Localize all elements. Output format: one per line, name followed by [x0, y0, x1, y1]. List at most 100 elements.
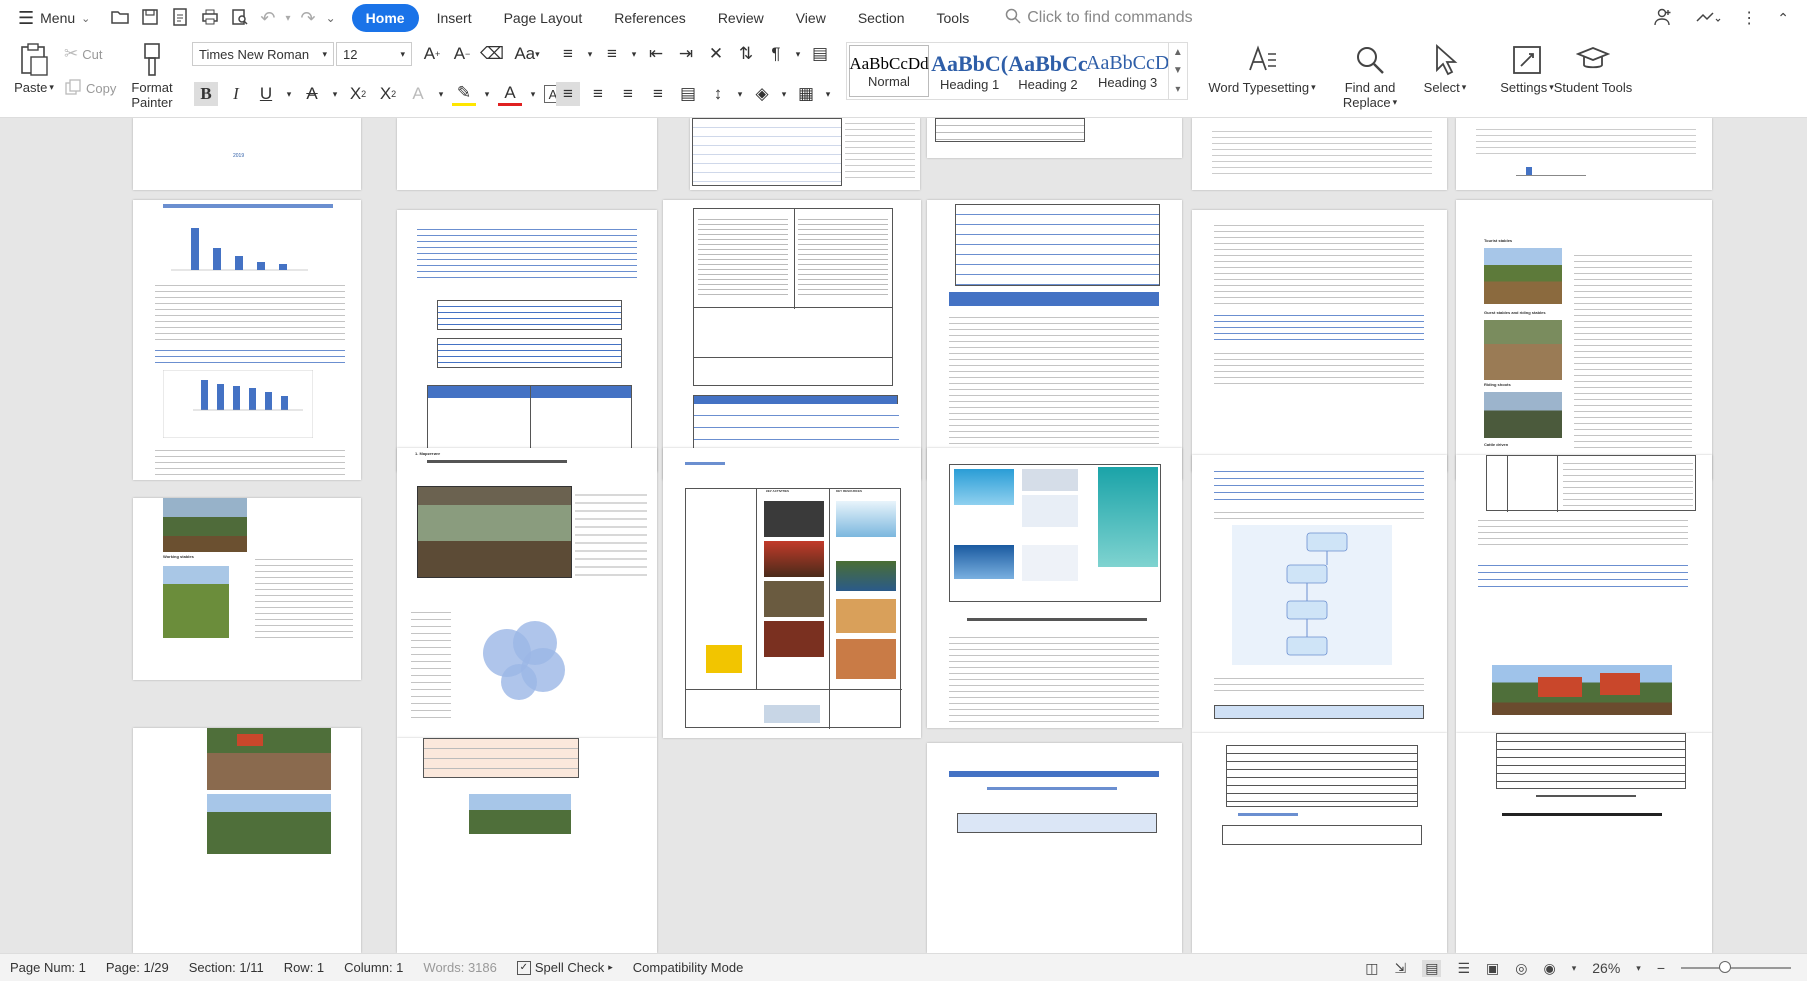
copy-button[interactable]: Copy: [64, 78, 116, 99]
outline-view-icon[interactable]: ☰: [1457, 960, 1470, 977]
chevron-down-icon[interactable]: ▾: [285, 13, 290, 24]
change-case-icon[interactable]: Aa ▾: [510, 42, 544, 66]
zoom-slider-knob[interactable]: [1719, 961, 1731, 973]
open-folder-icon[interactable]: [110, 7, 130, 30]
font-size-select[interactable]: 12 ▾: [336, 42, 412, 66]
italic-icon[interactable]: I: [224, 82, 248, 106]
eye-protection-icon[interactable]: ◉: [1544, 960, 1556, 977]
chevron-down-icon[interactable]: ▾: [528, 82, 538, 106]
page-thumbnail[interactable]: КЕУ ACTIVITIES KEY RESOURCES: [663, 448, 921, 738]
main-menu-button[interactable]: ☰ Menu ⌄: [0, 0, 102, 36]
status-words[interactable]: Words: 3186: [413, 960, 506, 975]
page-thumbnail[interactable]: [927, 448, 1182, 728]
format-painter-button[interactable]: Format Painter: [128, 40, 176, 110]
chevron-down-icon[interactable]: ▼: [1173, 65, 1183, 76]
decrease-indent-icon[interactable]: ⇤: [644, 42, 668, 66]
chevron-up-icon[interactable]: ▲: [1173, 47, 1183, 58]
document-area[interactable]: 2019 Tourist stables Guest stables and r…: [0, 118, 1807, 953]
font-name-select[interactable]: Times New Roman ▾: [192, 42, 334, 66]
chinese-layout-icon[interactable]: ✕: [704, 42, 728, 66]
page-thumbnail[interactable]: [133, 200, 361, 480]
page-thumbnail[interactable]: [1192, 455, 1447, 733]
tab-section[interactable]: Section: [844, 4, 919, 32]
font-color-icon[interactable]: A: [498, 82, 522, 106]
more-options-icon[interactable]: ⋮: [1741, 8, 1757, 28]
save-icon[interactable]: [140, 7, 160, 30]
tab-references[interactable]: References: [600, 4, 700, 32]
expand-icon[interactable]: ▾: [1175, 84, 1180, 95]
sort-icon[interactable]: ⇅: [734, 42, 758, 66]
page-thumbnail[interactable]: [927, 200, 1182, 480]
distributed-icon[interactable]: ▤: [676, 82, 700, 106]
redo-icon[interactable]: ↷: [301, 8, 316, 29]
protect-icon[interactable]: ◫: [1365, 960, 1378, 977]
tab-home[interactable]: Home: [351, 4, 419, 32]
tab-view[interactable]: View: [782, 4, 840, 32]
tab-page-layout[interactable]: Page Layout: [490, 4, 597, 32]
page-thumbnail[interactable]: [133, 728, 361, 953]
style-normal[interactable]: AaBbCcDd Normal: [849, 45, 929, 97]
page-thumbnail[interactable]: Tourist stables Guest stables and riding…: [1456, 200, 1712, 480]
chevron-down-icon[interactable]: ▾: [824, 82, 832, 106]
collapse-ribbon-icon[interactable]: ⌃: [1777, 10, 1789, 27]
undo-icon[interactable]: ↶: [260, 8, 275, 29]
highlight-icon[interactable]: ✎: [452, 82, 476, 106]
add-user-icon[interactable]: [1653, 7, 1673, 30]
increase-indent-icon[interactable]: ⇥: [674, 42, 698, 66]
customize-chevron-icon[interactable]: ⌄: [326, 11, 336, 25]
page-thumbnail[interactable]: [690, 118, 920, 190]
page-thumbnail[interactable]: [1456, 118, 1712, 190]
eraser-icon[interactable]: ⌫: [480, 42, 504, 66]
page-thumbnail[interactable]: [1192, 118, 1447, 190]
word-typesetting-button[interactable]: Word Typesetting ▾: [1206, 40, 1318, 95]
decrease-font-icon[interactable]: A −: [450, 42, 474, 66]
print-icon[interactable]: [200, 7, 220, 30]
page-thumbnail[interactable]: 1. Маркетинг: [397, 448, 657, 738]
zoom-slider[interactable]: [1681, 961, 1791, 973]
student-tools-button[interactable]: Student Tools: [1548, 40, 1638, 95]
tab-review[interactable]: Review: [704, 4, 778, 32]
tab-insert[interactable]: Insert: [423, 4, 486, 32]
page-thumbnail[interactable]: 2019: [133, 118, 361, 190]
cut-button[interactable]: ✂ Cut: [64, 44, 102, 64]
bold-icon[interactable]: B: [194, 82, 218, 106]
page-thumbnail[interactable]: [1192, 733, 1447, 953]
align-left-icon[interactable]: ≡: [556, 82, 580, 106]
status-section[interactable]: Section: 1/11: [179, 960, 274, 975]
page-view-icon[interactable]: ▤: [1422, 959, 1442, 977]
status-page-num[interactable]: Page Num: 1: [0, 960, 96, 975]
page-thumbnail[interactable]: [927, 743, 1182, 953]
chevron-down-icon[interactable]: ▾: [586, 42, 594, 66]
chevron-down-icon[interactable]: ▾: [1572, 963, 1577, 974]
styles-gallery-scroll[interactable]: ▲ ▼ ▾: [1167, 43, 1187, 99]
find-replace-button[interactable]: Find and Replace ▾: [1336, 40, 1404, 110]
align-right-icon[interactable]: ≡: [616, 82, 640, 106]
share-icon[interactable]: [1693, 7, 1721, 30]
page-thumbnail[interactable]: [927, 118, 1182, 158]
borders-icon[interactable]: ▦: [794, 82, 818, 106]
style-heading-3[interactable]: AaBbCcD Heading 3: [1086, 43, 1169, 99]
select-button[interactable]: Select ▾: [1416, 40, 1474, 95]
chevron-down-icon[interactable]: ▾: [780, 82, 788, 106]
page-thumbnail[interactable]: [397, 738, 657, 953]
chevron-down-icon[interactable]: ▾: [736, 82, 744, 106]
shading-icon[interactable]: ◈: [750, 82, 774, 106]
zoom-level[interactable]: 26%: [1592, 960, 1620, 976]
chevron-down-icon[interactable]: ▾: [284, 82, 294, 106]
page-thumbnail[interactable]: [663, 200, 921, 480]
chevron-down-icon[interactable]: ▾: [630, 42, 638, 66]
export-icon[interactable]: ⇲: [1395, 960, 1407, 977]
page-thumbnail[interactable]: [1456, 733, 1712, 953]
style-heading-2[interactable]: AaBbCc Heading 2: [1008, 43, 1087, 99]
subscript-icon[interactable]: X2: [376, 82, 400, 106]
chevron-down-icon[interactable]: ▾: [482, 82, 492, 106]
chevron-down-icon[interactable]: ▾: [330, 82, 340, 106]
print-preview-icon[interactable]: [230, 7, 250, 30]
numbered-list-icon[interactable]: ≡: [600, 42, 624, 66]
underline-icon[interactable]: U: [254, 82, 278, 106]
justify-icon[interactable]: ≡: [646, 82, 670, 106]
page-thumbnail[interactable]: [397, 118, 657, 190]
page-thumbnail[interactable]: [1456, 455, 1712, 733]
web-view-icon[interactable]: ◎: [1515, 960, 1527, 977]
chevron-down-icon[interactable]: ▾: [1636, 963, 1641, 974]
